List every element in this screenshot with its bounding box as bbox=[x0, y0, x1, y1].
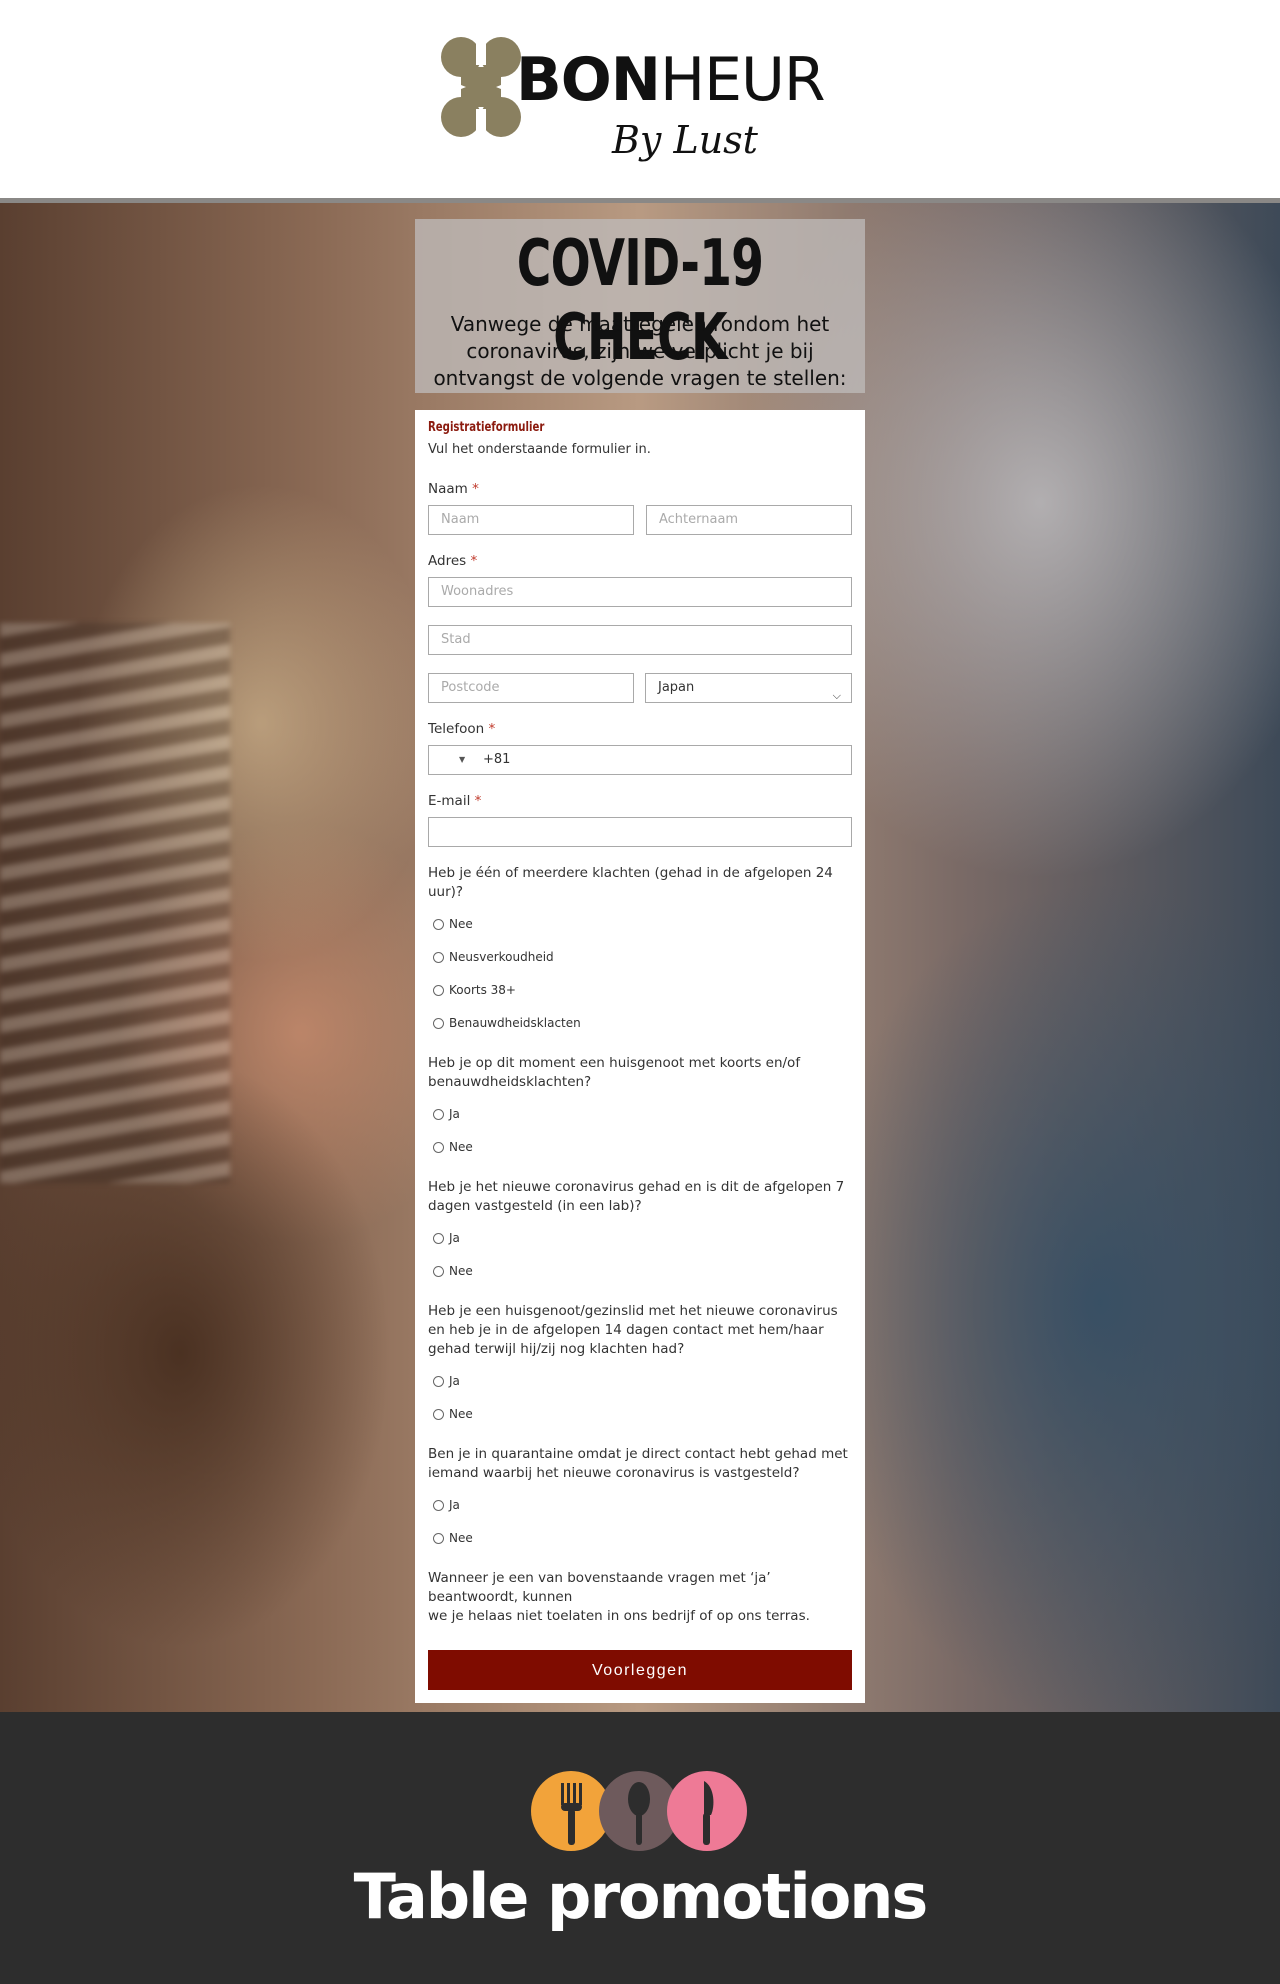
radio-icon[interactable] bbox=[433, 918, 444, 930]
table-promotions-logo[interactable] bbox=[531, 1771, 751, 1851]
country-select[interactable]: Japan ⌵ bbox=[645, 673, 852, 703]
radio-icon[interactable] bbox=[433, 1108, 444, 1120]
radio-icon[interactable] bbox=[433, 984, 444, 996]
q3-option-ja[interactable]: Ja bbox=[433, 1231, 460, 1245]
disclaimer-line-1: Wanneer je een van bovenstaande vragen m… bbox=[428, 1570, 771, 1605]
form-title: Registratieformulier bbox=[428, 420, 545, 435]
form-subtitle: Vul het onderstaande formulier in. bbox=[428, 442, 651, 457]
clover-logo-icon bbox=[436, 35, 526, 145]
q4-option-nee[interactable]: Nee bbox=[433, 1407, 473, 1421]
first-name-input[interactable]: Naam bbox=[428, 505, 634, 535]
q1-option-koorts[interactable]: Koorts 38+ bbox=[433, 983, 516, 997]
intro-text: Vanwege de maatregelen rondom het corona… bbox=[433, 312, 847, 390]
knife-icon bbox=[703, 1781, 714, 1845]
registration-form: Registratieformulier Vul het onderstaand… bbox=[415, 410, 865, 1703]
submit-button[interactable]: Voorleggen bbox=[428, 1650, 852, 1690]
last-name-input[interactable]: Achternaam bbox=[646, 505, 852, 535]
q1-option-nee[interactable]: Nee bbox=[433, 917, 473, 931]
chevron-down-icon: ⌵ bbox=[832, 689, 841, 702]
question-4: Heb je een huisgenoot/gezinslid met het … bbox=[428, 1303, 838, 1357]
q2-option-ja[interactable]: Ja bbox=[433, 1107, 460, 1121]
covid-title-box: COVID-19 CHECK Vanwege de maatregelen ro… bbox=[415, 219, 865, 393]
bonheur-logo[interactable]: BONHEUR By Lust bbox=[436, 30, 856, 170]
q5-option-ja[interactable]: Ja bbox=[433, 1498, 460, 1512]
adres-label: Adres * bbox=[428, 553, 478, 569]
email-label: E-mail * bbox=[428, 793, 482, 809]
city-input[interactable]: Stad bbox=[428, 625, 852, 655]
radio-icon[interactable] bbox=[433, 1265, 444, 1277]
q1-option-benauwdheid[interactable]: Benauwdheidsklacten bbox=[433, 1016, 581, 1030]
disclaimer-line-2: we je helaas niet toelaten in ons bedrij… bbox=[428, 1608, 810, 1624]
knife-circle bbox=[667, 1771, 747, 1851]
street-input[interactable]: Woonadres bbox=[428, 577, 852, 607]
footer-title: Table promotions bbox=[353, 1860, 929, 1933]
logo-tagline: By Lust bbox=[612, 118, 758, 162]
radio-icon[interactable] bbox=[433, 1017, 444, 1029]
hero-stripes bbox=[0, 623, 230, 1183]
radio-icon[interactable] bbox=[433, 1499, 444, 1511]
q4-option-ja[interactable]: Ja bbox=[433, 1374, 460, 1388]
radio-icon[interactable] bbox=[433, 1232, 444, 1244]
question-3: Heb je het nieuwe coronavirus gehad en i… bbox=[428, 1179, 845, 1214]
country-value: Japan bbox=[658, 680, 695, 695]
email-input[interactable] bbox=[428, 817, 852, 847]
question-1: Heb je één of meerdere klachten (gehad i… bbox=[428, 865, 833, 900]
country-code-dropdown-icon[interactable]: ▼ bbox=[459, 746, 465, 774]
phone-prefix: +81 bbox=[483, 752, 511, 767]
naam-label: Naam * bbox=[428, 481, 479, 497]
radio-icon[interactable] bbox=[433, 1141, 444, 1153]
phone-input[interactable]: ▼ +81 bbox=[428, 745, 852, 775]
logo-wordmark: BONHEUR bbox=[516, 45, 826, 115]
radio-icon[interactable] bbox=[433, 1532, 444, 1544]
q3-option-nee[interactable]: Nee bbox=[433, 1264, 473, 1278]
site-header: BONHEUR By Lust bbox=[0, 0, 1280, 198]
radio-icon[interactable] bbox=[433, 1408, 444, 1420]
q5-option-nee[interactable]: Nee bbox=[433, 1531, 473, 1545]
question-2: Heb je op dit moment een huisgenoot met … bbox=[428, 1055, 801, 1090]
telefoon-label: Telefoon * bbox=[428, 721, 496, 737]
radio-icon[interactable] bbox=[433, 1375, 444, 1387]
postcode-input[interactable]: Postcode bbox=[428, 673, 634, 703]
q2-option-nee[interactable]: Nee bbox=[433, 1140, 473, 1154]
q1-option-neusverkoudheid[interactable]: Neusverkoudheid bbox=[433, 950, 554, 964]
question-5: Ben je in quarantaine omdat je direct co… bbox=[428, 1446, 848, 1481]
radio-icon[interactable] bbox=[433, 951, 444, 963]
